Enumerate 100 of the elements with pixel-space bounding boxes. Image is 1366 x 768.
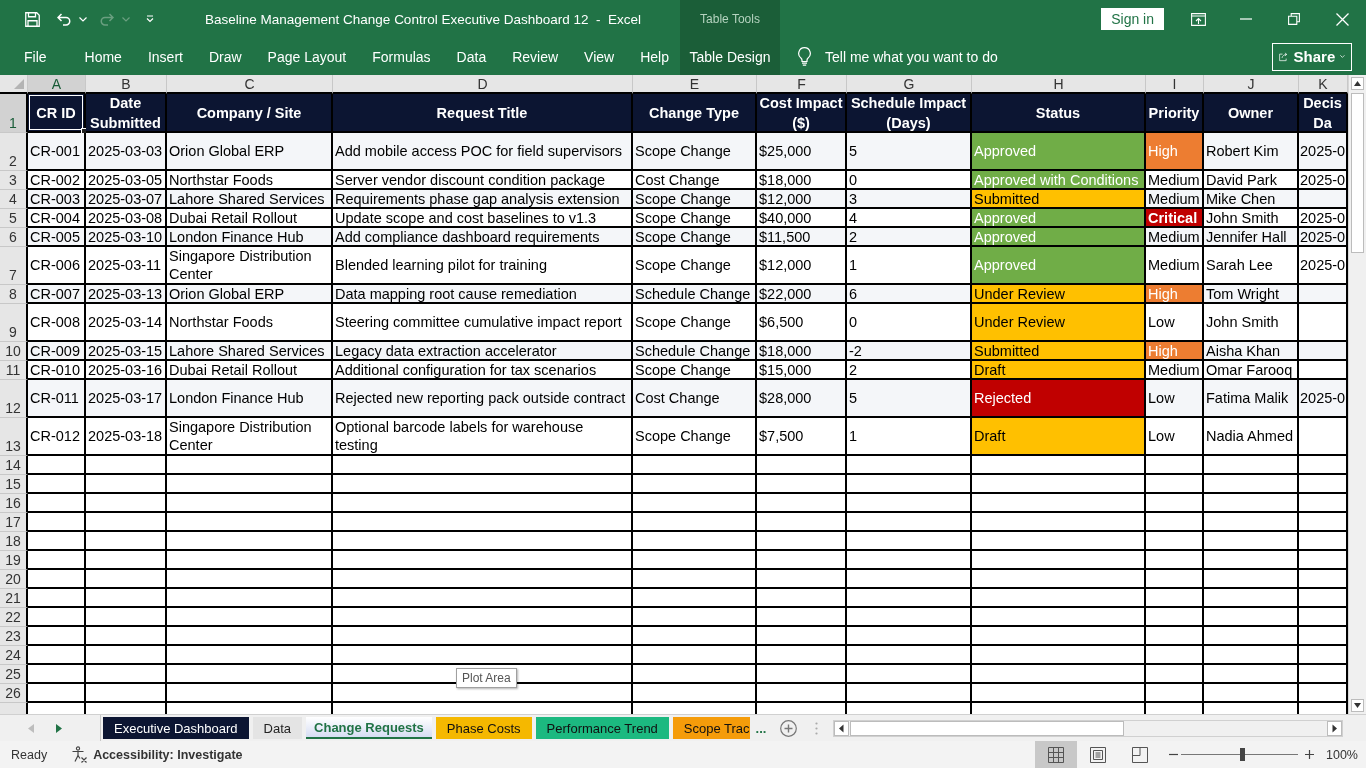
sheet-tab[interactable]: Scope Trac bbox=[672, 717, 750, 739]
table-cell: -2 bbox=[847, 342, 972, 361]
table-cell: $22,000 bbox=[757, 285, 847, 304]
ribbon-tab[interactable]: Page Layout bbox=[254, 38, 360, 75]
table-cell: Orion Global ERP bbox=[167, 133, 333, 171]
status-cell: Approved bbox=[972, 228, 1146, 247]
sheet-tab[interactable]: Data bbox=[252, 717, 303, 739]
table-cell: $11,500 bbox=[757, 228, 847, 247]
ribbon-tab[interactable]: Insert bbox=[134, 38, 196, 75]
zoom-slider-thumb[interactable] bbox=[1239, 748, 1245, 761]
table-cell: Schedule Change bbox=[633, 342, 757, 361]
caret-icon bbox=[1340, 54, 1345, 59]
status-cell: Approved bbox=[972, 133, 1146, 171]
vertical-scrollbar[interactable] bbox=[1348, 75, 1366, 714]
view-button[interactable] bbox=[1035, 741, 1077, 768]
row-number: 3 bbox=[0, 171, 28, 190]
status-cell: Under Review bbox=[972, 285, 1146, 304]
ribbon-tab[interactable]: Review bbox=[499, 38, 572, 75]
ribbon-tab[interactable]: Formulas bbox=[359, 38, 444, 75]
column-heading: Cost Impact ($) bbox=[757, 94, 847, 133]
empty-cell bbox=[1146, 627, 1204, 646]
column-heading: CR ID bbox=[28, 94, 86, 133]
column-letter: D bbox=[333, 75, 633, 94]
table-cell: CR-012 bbox=[28, 418, 86, 456]
accessibility-button[interactable]: Accessibility: Investigate bbox=[71, 746, 243, 763]
table-cell: Add mobile access POC for field supervisors bbox=[333, 133, 633, 171]
row-number: 5 bbox=[0, 209, 28, 228]
caret-right-icon[interactable] bbox=[56, 723, 62, 733]
row-number: 24 bbox=[0, 646, 28, 665]
column-letter: B bbox=[86, 75, 167, 94]
table-cell: Schedule Change bbox=[633, 285, 757, 304]
column-letter: E bbox=[633, 75, 757, 94]
priority-cell: Medium bbox=[1146, 190, 1204, 209]
table-cell: 3 bbox=[847, 190, 972, 209]
sheet-tab[interactable]: Phase Costs bbox=[435, 717, 532, 739]
table-cell: CR-011 bbox=[28, 380, 86, 418]
horizontal-scrollbar[interactable] bbox=[833, 719, 1344, 737]
table-cell: 2025-03-18 bbox=[86, 418, 167, 456]
more-tabs-button[interactable]: ... bbox=[755, 720, 767, 736]
ribbon-tab[interactable]: Table Design bbox=[680, 38, 780, 75]
status-cell: Rejected bbox=[972, 380, 1146, 418]
row-number: 7 bbox=[0, 247, 28, 285]
empty-cell bbox=[1146, 494, 1204, 513]
column-heading: Owner bbox=[1204, 94, 1299, 133]
empty-cell bbox=[1146, 456, 1204, 475]
scrollbar-thumb[interactable] bbox=[850, 720, 1125, 736]
plus-icon[interactable] bbox=[1305, 750, 1314, 759]
status-cell: Approved bbox=[972, 247, 1146, 285]
table-cell: Optional barcode labels for warehouse testing bbox=[333, 418, 633, 456]
ribbon-tab[interactable]: View bbox=[571, 38, 628, 75]
row-number: 14 bbox=[0, 456, 28, 475]
save-icon[interactable] bbox=[25, 11, 40, 27]
sheet-tab[interactable]: Change Requests bbox=[306, 717, 432, 739]
column-heading: Company / Site bbox=[167, 94, 333, 133]
column-letter: C bbox=[167, 75, 333, 94]
plus-circle-icon[interactable] bbox=[780, 719, 798, 737]
column-heading: Change Type bbox=[633, 94, 757, 133]
priority-cell: High bbox=[1146, 285, 1204, 304]
zoom-level[interactable]: 100% bbox=[1326, 747, 1358, 762]
column-letter: F bbox=[757, 75, 847, 94]
table-cell: 5 bbox=[847, 380, 972, 418]
table-cell: Scope Change bbox=[633, 133, 757, 171]
ribbon-tab[interactable]: Draw bbox=[195, 38, 255, 75]
ribbon-tab[interactable]: Data bbox=[443, 38, 500, 75]
empty-cell bbox=[1146, 570, 1204, 589]
table-cell: 2025-03-03 bbox=[86, 133, 167, 171]
tell-me-search[interactable]: Tell me what you want to do bbox=[798, 41, 998, 72]
priority-cell: High bbox=[1146, 133, 1204, 171]
ribbon-display-icon[interactable] bbox=[1190, 12, 1206, 26]
table-cell: 2025-03-17 bbox=[86, 380, 167, 418]
row-number: 23 bbox=[0, 627, 28, 646]
table-cell: Orion Global ERP bbox=[167, 285, 333, 304]
customize-caret-icon[interactable] bbox=[146, 15, 154, 23]
ribbon-tab[interactable]: Home bbox=[71, 38, 135, 75]
sheet-tab[interactable]: Executive Dashboard bbox=[103, 717, 249, 739]
tooltip: Plot Area bbox=[456, 668, 517, 688]
sheet-tab[interactable]: Performance Trend bbox=[535, 717, 669, 739]
ribbon-tab[interactable]: Help bbox=[627, 38, 680, 75]
table-cell: CR-009 bbox=[28, 342, 86, 361]
table-cell: $18,000 bbox=[757, 342, 847, 361]
restore-icon[interactable] bbox=[1288, 13, 1300, 25]
ribbon-tab[interactable]: File bbox=[0, 38, 72, 75]
table-cell: 5 bbox=[847, 133, 972, 171]
close-icon[interactable] bbox=[1335, 12, 1349, 26]
lightbulb-icon bbox=[798, 47, 811, 66]
table-cell: London Finance Hub bbox=[167, 228, 333, 247]
scrollbar-thumb[interactable] bbox=[1351, 93, 1364, 253]
column-heading: Schedule Impact (Days) bbox=[847, 94, 972, 133]
table-cell: Cost Change bbox=[633, 380, 757, 418]
status-cell: Under Review bbox=[972, 304, 1146, 342]
status-cell: Draft bbox=[972, 418, 1146, 456]
table-cell: Scope Change bbox=[633, 228, 757, 247]
column-letter: H bbox=[972, 75, 1146, 94]
sign-in-button[interactable]: Sign in bbox=[1101, 8, 1164, 30]
share-button[interactable]: Share bbox=[1272, 42, 1352, 71]
table-cell: $28,000 bbox=[757, 380, 847, 418]
column-letter: A bbox=[28, 75, 86, 94]
row-number: 12 bbox=[0, 380, 28, 418]
undo-icon[interactable] bbox=[57, 12, 71, 26]
empty-cell bbox=[1146, 532, 1204, 551]
